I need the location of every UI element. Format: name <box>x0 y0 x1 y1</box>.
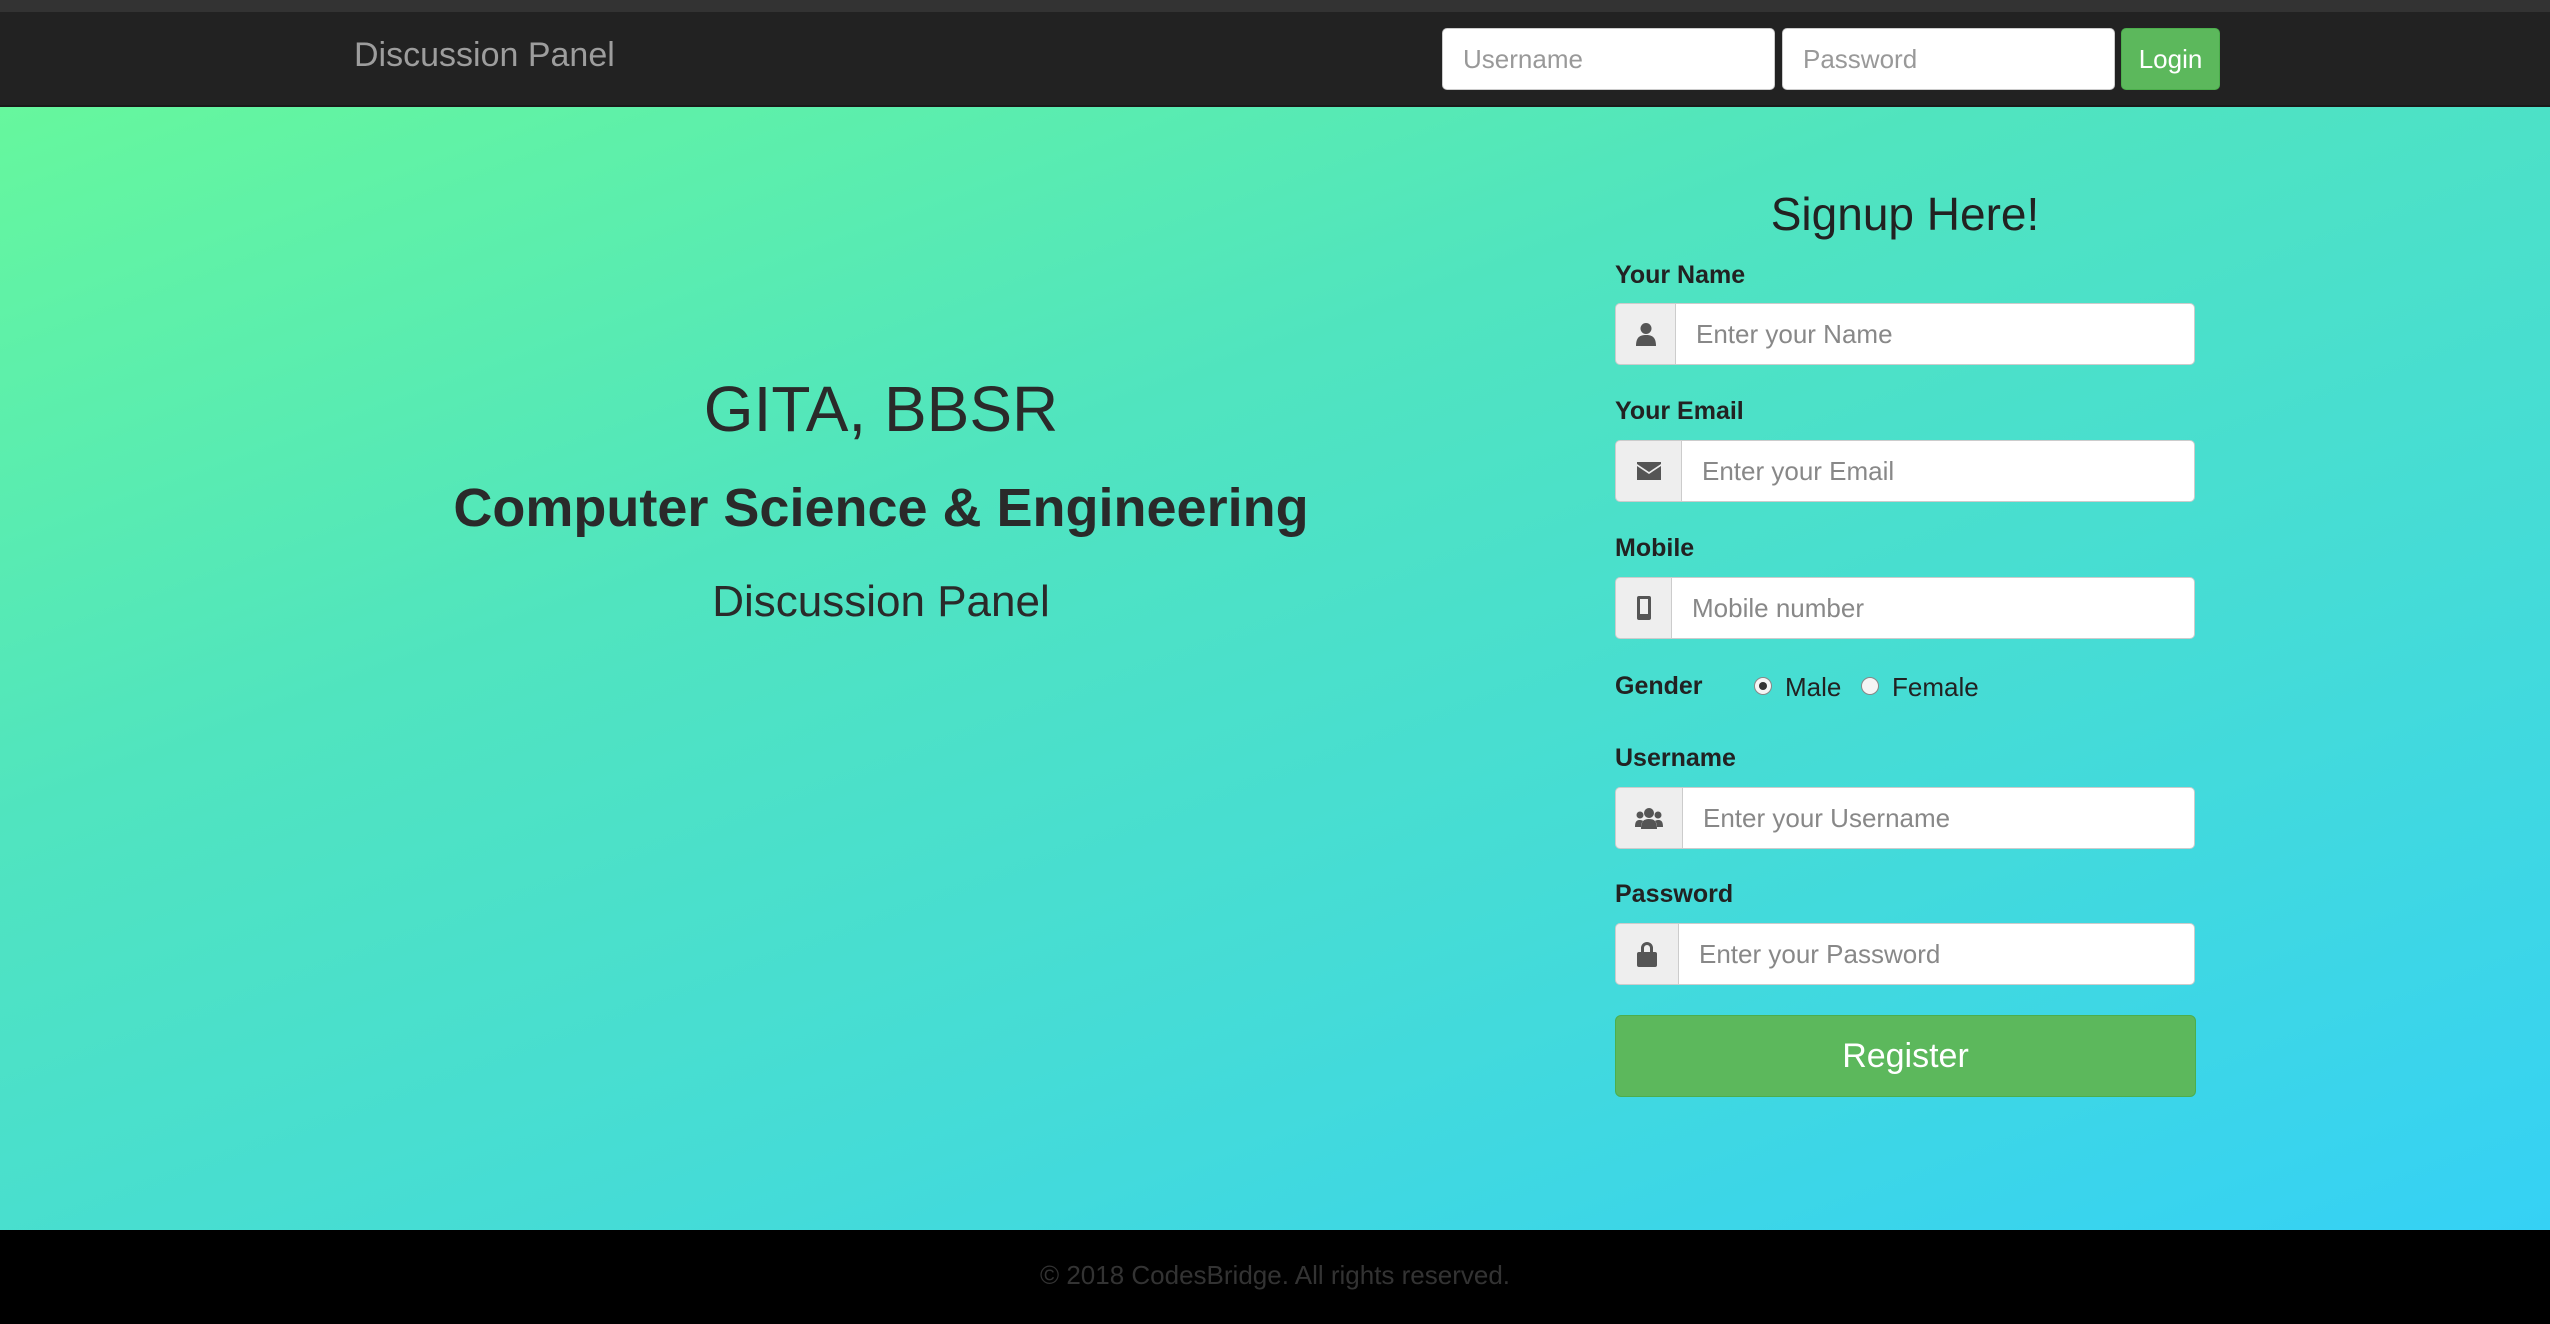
mobile-icon <box>1615 577 1671 639</box>
username-label: Username <box>1615 744 1736 772</box>
email-input[interactable] <box>1681 440 2195 502</box>
gender-female-label[interactable]: Female <box>1892 672 1979 703</box>
mobile-input[interactable] <box>1671 577 2195 639</box>
email-label: Your Email <box>1615 397 1744 425</box>
navbar-brand[interactable]: Discussion Panel <box>354 36 615 75</box>
footer-copyright: © 2018 CodesBridge. All rights reserved. <box>1039 1260 1511 1290</box>
gender-male-radio[interactable] <box>1754 677 1772 695</box>
users-icon <box>1615 787 1682 849</box>
envelope-icon <box>1615 440 1681 502</box>
panel-subtitle: Discussion Panel <box>712 577 1050 626</box>
password-input[interactable] <box>1678 923 2195 985</box>
name-input[interactable] <box>1675 303 2195 365</box>
department-heading: Computer Science & Engineering <box>453 478 1309 538</box>
name-label: Your Name <box>1615 261 1746 289</box>
mobile-label: Mobile <box>1615 534 1695 562</box>
lock-icon <box>1615 923 1678 985</box>
register-button[interactable]: Register <box>1615 1015 2196 1097</box>
navbar: Discussion Panel Login <box>0 12 2550 107</box>
username-input-group <box>1615 787 2195 849</box>
mobile-input-group <box>1615 577 2195 639</box>
hero-section: GITA, BBSR Computer Science & Engineerin… <box>0 107 2550 1230</box>
institute-heading: GITA, BBSR <box>703 373 1059 445</box>
gender-female-radio[interactable] <box>1861 677 1879 695</box>
user-icon <box>1615 303 1675 365</box>
email-input-group <box>1615 440 2195 502</box>
username-input[interactable] <box>1682 787 2195 849</box>
login-button[interactable]: Login <box>2121 28 2220 90</box>
password-label: Password <box>1615 880 1734 908</box>
signup-title: Signup Here! <box>1770 188 2040 240</box>
gender-male-label[interactable]: Male <box>1785 672 1841 703</box>
name-input-group <box>1615 303 2195 365</box>
password-input-group <box>1615 923 2195 985</box>
navbar-username-input[interactable] <box>1442 28 1775 90</box>
navbar-password-input[interactable] <box>1782 28 2115 90</box>
browser-top-strip <box>0 0 2550 12</box>
gender-label: Gender <box>1615 672 1703 700</box>
footer: © 2018 CodesBridge. All rights reserved. <box>0 1230 2550 1324</box>
